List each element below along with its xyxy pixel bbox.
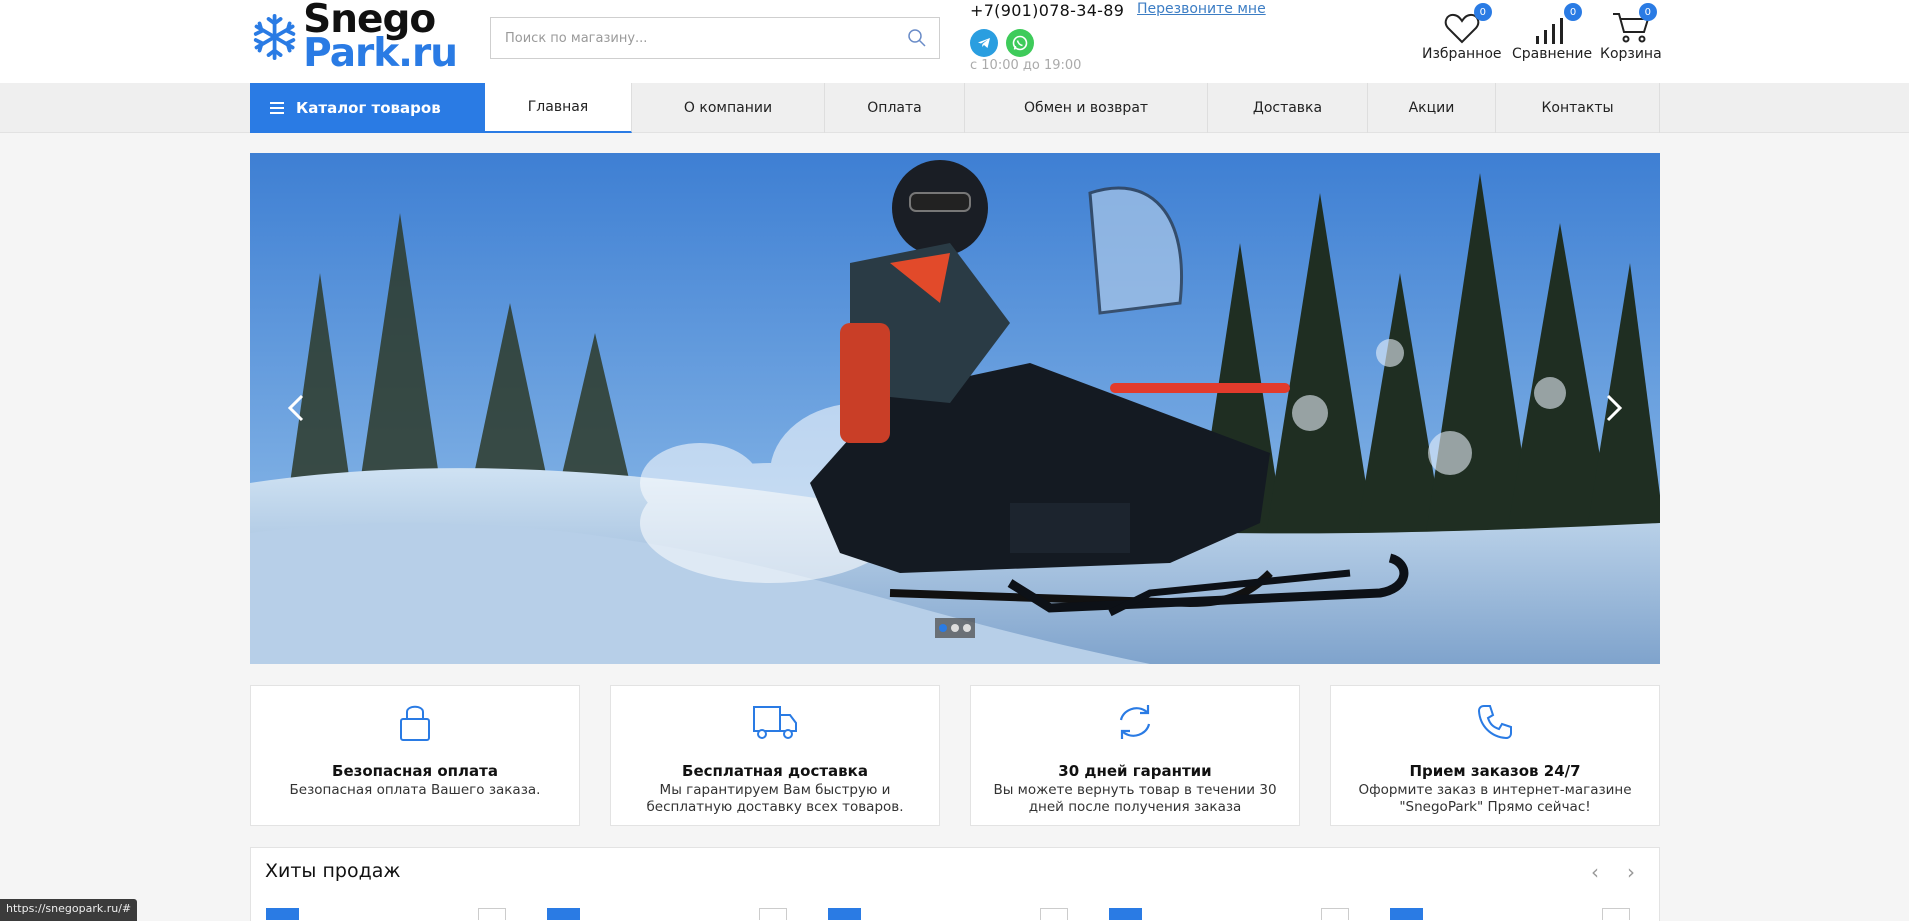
slider-prev-button[interactable] [276, 383, 316, 433]
feature-title: Безопасная оплата [332, 762, 498, 780]
bestsellers-next-button[interactable]: › [1627, 860, 1635, 884]
telegram-icon[interactable] [970, 29, 998, 57]
compare-checkbox[interactable] [478, 908, 506, 920]
feature-description: Оформите заказ в интернет-магазине "Sneg… [1358, 782, 1632, 815]
site-header: Snego Park.ru +7(901)078-34-89 Перезвони… [0, 0, 1909, 83]
work-hours: с 10:00 до 19:00 [970, 58, 1082, 73]
feature-description: Вы можете вернуть товар в течении 30 дне… [993, 782, 1277, 815]
slider-dots [935, 618, 975, 638]
browser-status-url: https://snegopark.ru/# [0, 899, 138, 921]
favorites-label: Избранное [1422, 46, 1502, 62]
feature-free-delivery: Бесплатная доставка Мы гарантируем Вам б… [610, 685, 940, 826]
hit-tag [1390, 908, 1423, 920]
compare-count-badge: 0 [1564, 3, 1583, 21]
cart-label: Корзина [1600, 46, 1662, 62]
product-card[interactable] [251, 908, 521, 921]
chevron-left-icon [287, 394, 304, 422]
bestsellers-section: Хиты продаж ‹ › [250, 847, 1660, 921]
feature-description: Безопасная оплата Вашего заказа. [289, 782, 541, 798]
feature-description: Мы гарантируем Вам быструю и бесплатную … [646, 782, 904, 815]
catalog-button[interactable]: Каталог товаров [250, 83, 485, 133]
slider-dot-3[interactable] [963, 624, 971, 632]
product-card[interactable] [813, 908, 1083, 921]
product-card[interactable] [1094, 908, 1364, 921]
compare-glyph: 0 [1534, 3, 1583, 44]
feature-title: Прием заказов 24/7 [1409, 762, 1581, 780]
slider-next-button[interactable] [1594, 383, 1634, 433]
snowflake-icon [253, 14, 296, 60]
compare-checkbox[interactable] [759, 908, 787, 920]
feature-title: 30 дней гарантии [1058, 762, 1212, 780]
compare-checkbox[interactable] [1321, 908, 1349, 920]
hit-tag [547, 908, 580, 920]
phone-icon [1477, 705, 1512, 740]
compare-link[interactable]: 0 Сравнение [1512, 3, 1593, 62]
chevron-right-icon [1606, 394, 1623, 422]
product-card[interactable] [532, 908, 802, 921]
nav-item-about[interactable]: О компании [632, 83, 825, 133]
product-card[interactable] [1375, 908, 1645, 921]
cart-glyph: 0 [1611, 3, 1657, 44]
bestsellers-prev-button[interactable]: ‹ [1591, 860, 1599, 884]
hit-tag [266, 908, 299, 920]
bestsellers-title: Хиты продаж [265, 860, 401, 882]
cart-count-badge: 0 [1638, 3, 1657, 21]
compare-label: Сравнение [1512, 46, 1593, 62]
snowmobile-banner-image [250, 153, 1660, 664]
hit-tag [828, 908, 861, 920]
logo-text: Snego Park.ru [303, 0, 458, 76]
phone-number[interactable]: +7(901)078-34-89 [970, 1, 1124, 20]
nav-item-contacts[interactable]: Контакты [1496, 83, 1660, 133]
heart-icon [1444, 13, 1479, 44]
slider-dot-1[interactable] [939, 624, 947, 632]
favorites-count-badge: 0 [1473, 3, 1492, 21]
truck-icon [753, 706, 797, 739]
nav-item-delivery[interactable]: Доставка [1208, 83, 1368, 133]
nav-item-home[interactable]: Главная [485, 83, 632, 133]
site-logo[interactable]: Snego Park.ru [252, 0, 458, 76]
refresh-icon [1119, 705, 1151, 739]
callback-link[interactable]: Перезвоните мне [1137, 1, 1266, 17]
messenger-links [970, 29, 1034, 57]
feature-title: Бесплатная доставка [682, 762, 868, 780]
nav-item-payment[interactable]: Оплата [825, 83, 965, 133]
feature-secure-payment: Безопасная оплата Безопасная оплата Ваше… [250, 685, 580, 826]
hero-slider [250, 153, 1660, 664]
feature-orders-24-7: Прием заказов 24/7 Оформите заказ в инте… [1330, 685, 1660, 826]
logo-line-2: Park.ru [303, 31, 458, 76]
search-box [490, 17, 940, 59]
features-row: Безопасная оплата Безопасная оплата Ваше… [250, 685, 1660, 826]
menu-icon [270, 99, 284, 117]
whatsapp-icon[interactable] [1006, 29, 1034, 57]
favorites-link[interactable]: 0 Избранное [1422, 3, 1502, 62]
nav-item-exchange-return[interactable]: Обмен и возврат [965, 83, 1208, 133]
catalog-label: Каталог товаров [296, 99, 441, 117]
favorites-glyph: 0 [1444, 3, 1492, 44]
hit-tag [1109, 908, 1142, 920]
feature-30-day-guarantee: 30 дней гарантии Вы можете вернуть товар… [970, 685, 1300, 826]
slider-dot-2[interactable] [951, 624, 959, 632]
compare-checkbox[interactable] [1602, 908, 1630, 920]
nav-item-promotions[interactable]: Акции [1368, 83, 1496, 133]
search-input[interactable] [491, 18, 891, 58]
lock-icon [400, 705, 430, 741]
nav-inner: Каталог товаров Главная О компании Оплат… [250, 83, 1660, 133]
search-icon[interactable] [907, 28, 927, 48]
compare-checkbox[interactable] [1040, 908, 1068, 920]
cart-link[interactable]: 0 Корзина [1600, 3, 1662, 62]
main-nav: Каталог товаров Главная О компании Оплат… [0, 83, 1909, 133]
